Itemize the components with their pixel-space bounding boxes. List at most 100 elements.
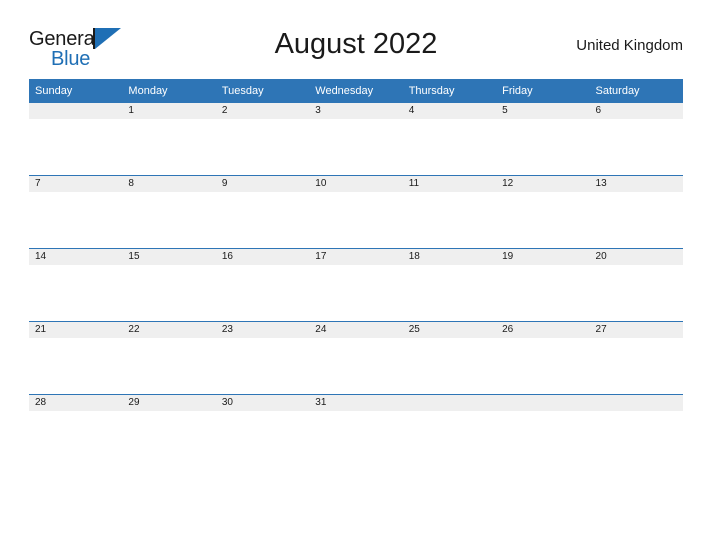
day-events-area[interactable] <box>402 119 497 175</box>
day-number <box>496 395 590 411</box>
day-events-area[interactable] <box>589 265 683 321</box>
day-events-area[interactable] <box>402 411 497 467</box>
day-events-area[interactable] <box>122 265 216 321</box>
day-number: 5 <box>496 103 590 119</box>
day-events-area[interactable] <box>29 338 123 394</box>
day-number: 7 <box>29 176 123 192</box>
day-events-area[interactable] <box>496 265 590 321</box>
day-events-area[interactable] <box>496 411 590 467</box>
day-events-area[interactable] <box>122 411 216 467</box>
day-events-area[interactable] <box>122 338 216 394</box>
day-events-area[interactable] <box>215 192 310 248</box>
day-cell[interactable] <box>402 394 497 467</box>
day-events-area[interactable] <box>215 411 310 467</box>
day-number: 28 <box>29 395 123 411</box>
day-cell[interactable]: 1 <box>122 102 216 176</box>
day-cell[interactable]: 21 <box>29 321 123 395</box>
day-number: 24 <box>309 322 403 338</box>
day-number: 26 <box>496 322 590 338</box>
day-number: 19 <box>496 249 590 265</box>
day-cell[interactable]: 30 <box>215 394 310 467</box>
day-events-area[interactable] <box>215 119 310 175</box>
day-cell[interactable] <box>496 394 590 467</box>
day-events-area[interactable] <box>309 411 403 467</box>
day-cell[interactable] <box>29 102 123 176</box>
day-number: 15 <box>122 249 216 265</box>
day-cell[interactable]: 23 <box>215 321 310 395</box>
day-events-area[interactable] <box>122 192 216 248</box>
weekday-header-saturday: Saturday <box>589 79 683 103</box>
day-number: 30 <box>215 395 310 411</box>
day-cell[interactable]: 15 <box>122 248 216 322</box>
page-header: General Blue August 2022 United Kingdom <box>29 24 683 72</box>
day-cell[interactable]: 11 <box>402 175 497 249</box>
day-number: 9 <box>215 176 310 192</box>
day-cell[interactable]: 3 <box>309 102 403 176</box>
day-events-area[interactable] <box>309 192 403 248</box>
day-cell[interactable]: 7 <box>29 175 123 249</box>
day-events-area[interactable] <box>29 265 123 321</box>
country-label: United Kingdom <box>576 37 683 54</box>
day-cell[interactable]: 29 <box>122 394 216 467</box>
day-number: 25 <box>402 322 497 338</box>
day-cell[interactable]: 10 <box>309 175 403 249</box>
day-number: 2 <box>215 103 310 119</box>
day-events-area[interactable] <box>122 119 216 175</box>
day-cell[interactable]: 17 <box>309 248 403 322</box>
day-events-area[interactable] <box>29 119 123 175</box>
day-events-area[interactable] <box>309 265 403 321</box>
day-number: 4 <box>402 103 497 119</box>
day-cell[interactable] <box>589 394 683 467</box>
day-events-area[interactable] <box>29 192 123 248</box>
day-number: 17 <box>309 249 403 265</box>
day-events-area[interactable] <box>589 338 683 394</box>
weekday-header-tuesday: Tuesday <box>215 79 310 103</box>
day-events-area[interactable] <box>496 119 590 175</box>
day-events-area[interactable] <box>589 119 683 175</box>
day-cell[interactable]: 27 <box>589 321 683 395</box>
day-events-area[interactable] <box>402 192 497 248</box>
day-events-area[interactable] <box>496 192 590 248</box>
day-cell[interactable]: 26 <box>496 321 590 395</box>
calendar-body: 1 2 3 4 5 6 7 8 9 10 11 12 13 14 15 16 1… <box>29 102 683 467</box>
day-cell[interactable]: 9 <box>215 175 310 249</box>
day-number: 11 <box>402 176 497 192</box>
day-cell[interactable]: 4 <box>402 102 497 176</box>
day-cell[interactable]: 24 <box>309 321 403 395</box>
day-events-area[interactable] <box>29 411 123 467</box>
day-cell[interactable]: 20 <box>589 248 683 322</box>
weekday-header-thursday: Thursday <box>402 79 497 103</box>
day-events-area[interactable] <box>402 265 497 321</box>
day-cell[interactable]: 6 <box>589 102 683 176</box>
day-cell[interactable]: 18 <box>402 248 497 322</box>
day-cell[interactable]: 19 <box>496 248 590 322</box>
day-cell[interactable]: 22 <box>122 321 216 395</box>
day-cell[interactable]: 5 <box>496 102 590 176</box>
day-cell[interactable]: 25 <box>402 321 497 395</box>
day-cell[interactable]: 16 <box>215 248 310 322</box>
day-events-area[interactable] <box>309 338 403 394</box>
day-number: 13 <box>589 176 683 192</box>
weekday-header-wednesday: Wednesday <box>309 79 403 103</box>
day-events-area[interactable] <box>589 411 683 467</box>
day-cell[interactable]: 2 <box>215 102 310 176</box>
day-cell[interactable]: 13 <box>589 175 683 249</box>
day-number: 1 <box>122 103 216 119</box>
day-events-area[interactable] <box>215 265 310 321</box>
day-events-area[interactable] <box>309 119 403 175</box>
day-cell[interactable]: 31 <box>309 394 403 467</box>
calendar-week-row: 28 29 30 31 <box>29 394 683 467</box>
day-cell[interactable]: 14 <box>29 248 123 322</box>
day-cell[interactable]: 28 <box>29 394 123 467</box>
weekday-header-sunday: Sunday <box>29 79 123 103</box>
day-number: 22 <box>122 322 216 338</box>
day-cell[interactable]: 8 <box>122 175 216 249</box>
day-events-area[interactable] <box>215 338 310 394</box>
day-events-area[interactable] <box>589 192 683 248</box>
calendar-table: Sunday Monday Tuesday Wednesday Thursday… <box>29 79 683 467</box>
day-events-area[interactable] <box>402 338 497 394</box>
day-number: 6 <box>589 103 683 119</box>
day-number: 8 <box>122 176 216 192</box>
day-cell[interactable]: 12 <box>496 175 590 249</box>
day-events-area[interactable] <box>496 338 590 394</box>
